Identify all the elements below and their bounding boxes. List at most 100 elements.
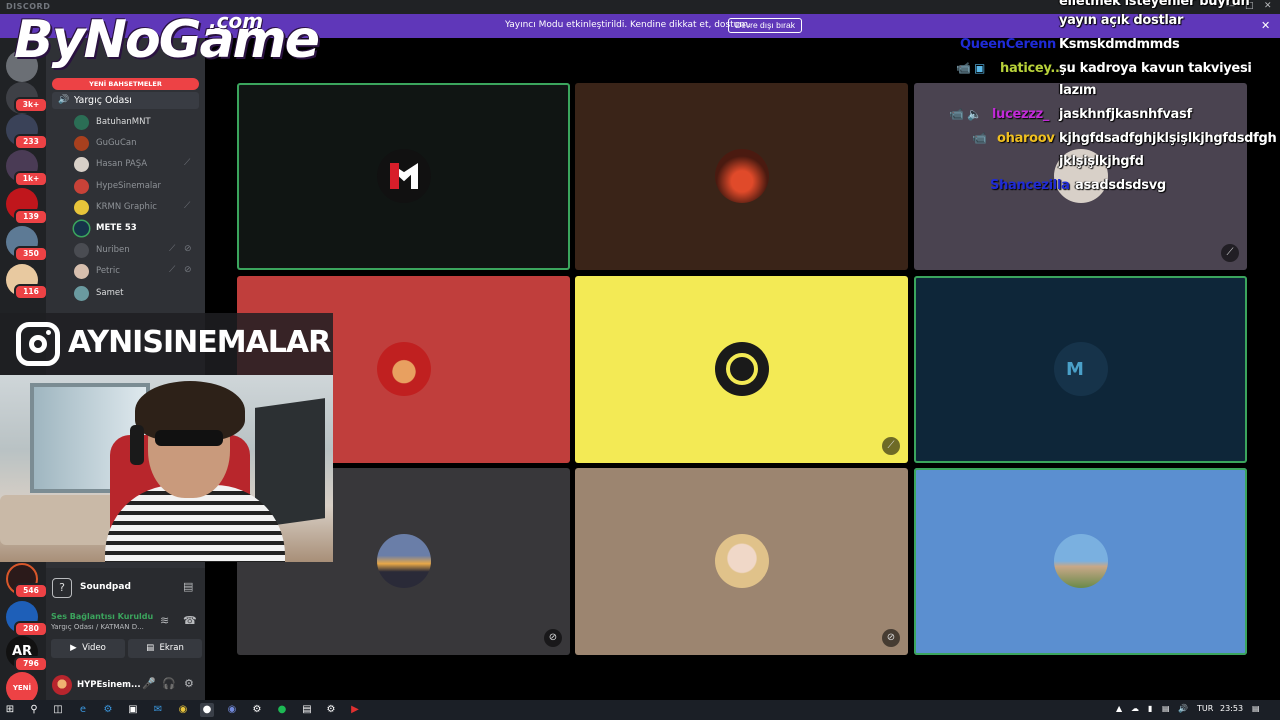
- volume-icon[interactable]: 🔊: [1178, 704, 1188, 713]
- participant-tile[interactable]: ⊘: [575, 468, 908, 655]
- member-name: Nuriben: [96, 245, 130, 255]
- network-icon[interactable]: ▤: [1162, 704, 1170, 713]
- voice-member[interactable]: Petric ⟋ ⊘: [74, 263, 199, 281]
- youtube-icon[interactable]: ▶: [348, 703, 362, 717]
- chat-message: Ksmskdmdmmds: [1059, 37, 1180, 52]
- voice-member[interactable]: GuGuCan: [74, 135, 199, 153]
- obs-icon[interactable]: ●: [200, 703, 214, 717]
- screen-button[interactable]: ▤ Ekran: [128, 639, 202, 658]
- voice-channel-name: Yargıç Odası: [74, 95, 132, 106]
- voice-member[interactable]: Samet: [74, 285, 199, 303]
- store-icon[interactable]: ▣: [126, 703, 140, 717]
- disconnect-icon[interactable]: ☎: [183, 614, 197, 627]
- mention-badge: 116: [14, 284, 48, 300]
- participant-tile[interactable]: [575, 83, 908, 270]
- instagram-overlay: AYNISINEMALAR: [0, 313, 333, 375]
- search-icon[interactable]: ⚲: [27, 703, 41, 717]
- member-name: Hasan PAŞA: [96, 159, 148, 169]
- voice-member[interactable]: KRMN Graphic ⟋: [74, 199, 199, 217]
- participant-tile[interactable]: [914, 468, 1247, 655]
- participant-avatar: [377, 149, 431, 203]
- camera-emote-icon: 📹: [972, 131, 987, 145]
- noise-suppression-icon[interactable]: ≋: [160, 614, 169, 627]
- chat-nick: haticey...: [1000, 61, 1065, 76]
- member-name: Samet: [96, 288, 124, 298]
- voice-location: Yargıç Odası / KATMAN D...: [51, 623, 144, 631]
- mention-badge: 139: [14, 209, 48, 225]
- settings-gear-icon[interactable]: ⚙: [184, 677, 194, 690]
- microphone-icon[interactable]: 🎤: [142, 677, 156, 690]
- member-name: BatuhanMNT: [96, 117, 151, 127]
- avatar: [74, 286, 89, 301]
- participant-avatar: [1054, 534, 1108, 588]
- voice-member[interactable]: BatuhanMNT: [74, 114, 199, 132]
- chat-nick: QueenCerenn: [960, 37, 1056, 52]
- voice-member[interactable]: Hasan PAŞA ⟋: [74, 156, 199, 174]
- logo-text: ByNoGame: [14, 10, 320, 70]
- chat-message: asadsdsdsvg: [1075, 178, 1166, 193]
- notifications-icon[interactable]: ▤: [1252, 704, 1260, 713]
- banner-message: Yayıncı Modu etkinleştirildi. Kendine di…: [505, 20, 751, 30]
- member-name: HypeSinemalar: [96, 181, 161, 191]
- chat-message: elletmek isteyenler buyrun: [1059, 0, 1250, 9]
- participant-tile[interactable]: ⟋: [575, 276, 908, 463]
- chat-message: lazım: [1059, 83, 1097, 98]
- user-bar: HYPEsinem... 🎤 🎧 ⚙: [46, 670, 205, 700]
- voice-member[interactable]: METE 53: [74, 220, 199, 238]
- tray-expand-icon[interactable]: ▲: [1116, 704, 1122, 713]
- disable-streamer-mode-button[interactable]: Devre dışı bırak: [728, 18, 802, 33]
- usb-icon[interactable]: ▮: [1148, 704, 1152, 713]
- chat-message: jklşişlkjhgfd: [1059, 154, 1144, 169]
- discord-app: DISCORD — □ ✕ Yayıncı Modu etkinleştiril…: [0, 0, 1280, 704]
- bynogame-logo: ByNoGame .com: [14, 9, 320, 70]
- sofa-backdrop: [0, 495, 120, 545]
- cloud-icon[interactable]: ☁: [1131, 704, 1139, 713]
- camera-emote-icon: 📹: [949, 107, 964, 121]
- clock[interactable]: 23:53: [1220, 704, 1243, 713]
- voice-member[interactable]: HypeSinemalar: [74, 178, 199, 196]
- instagram-handle: AYNISINEMALAR: [68, 325, 331, 360]
- user-avatar[interactable]: [52, 675, 72, 695]
- sunglasses: [155, 430, 223, 446]
- steam-icon[interactable]: ⚙: [250, 703, 264, 717]
- soundpad-activity[interactable]: ? Soundpad ▤: [50, 576, 201, 600]
- chrome-icon[interactable]: ◉: [176, 703, 190, 717]
- app-icon[interactable]: ▤: [300, 703, 314, 717]
- spotify-icon[interactable]: ●: [275, 703, 289, 717]
- participant-tile[interactable]: [237, 83, 570, 270]
- avatar: [74, 264, 89, 279]
- muted-mic-icon: ⟋: [1221, 244, 1239, 262]
- video-button[interactable]: ▶ Video: [51, 639, 125, 658]
- participant-tile[interactable]: M: [914, 276, 1247, 463]
- headphones-icon[interactable]: 🎧: [162, 677, 176, 690]
- participant-avatar: [715, 149, 769, 203]
- new-mentions-pill[interactable]: YENİ BAHSETMELER: [52, 78, 199, 90]
- windows-start-icon[interactable]: ⊞: [3, 703, 17, 717]
- screen-label: Ekran: [159, 643, 184, 653]
- voice-connection-status[interactable]: Ses Bağlantısı Kuruldu Yargıç Odası / KA…: [51, 612, 161, 631]
- stream-chat-overlay: elletmek isteyenler buyrun yayın açık do…: [930, 0, 1280, 200]
- camera-emote-icon: 📹: [956, 61, 971, 75]
- deafened-icon: ⊘: [544, 629, 562, 647]
- participant-avatar: [715, 342, 769, 396]
- voice-channel-yargic-odasi[interactable]: 🔊 Yargıç Odası: [52, 92, 199, 109]
- language-indicator[interactable]: TUR: [1197, 704, 1213, 713]
- voice-member[interactable]: Nuriben ⟋ ⊘: [74, 242, 199, 260]
- speaker-icon: 🔊: [58, 95, 70, 105]
- avatar: [74, 200, 89, 215]
- muted-mic-icon: ⟋: [184, 201, 191, 211]
- mail-icon[interactable]: ✉: [151, 703, 165, 717]
- muted-mic-icon: ⟋: [184, 158, 191, 168]
- steam-icon[interactable]: ⚙: [324, 703, 338, 717]
- muted-mic-icon: ⟋: [169, 244, 176, 254]
- muted-mic-icon: ⟋: [169, 265, 176, 275]
- participant-avatar: [377, 342, 431, 396]
- username: HYPEsinem...: [77, 680, 141, 690]
- edge-icon[interactable]: e: [76, 703, 90, 717]
- settings-icon[interactable]: ⚙: [101, 703, 115, 717]
- screen-share-icon[interactable]: ▤: [183, 580, 193, 593]
- avatar: [74, 243, 89, 258]
- task-view-icon[interactable]: ◫: [51, 703, 65, 717]
- discord-icon[interactable]: ◉: [225, 703, 239, 717]
- avatar: [74, 179, 89, 194]
